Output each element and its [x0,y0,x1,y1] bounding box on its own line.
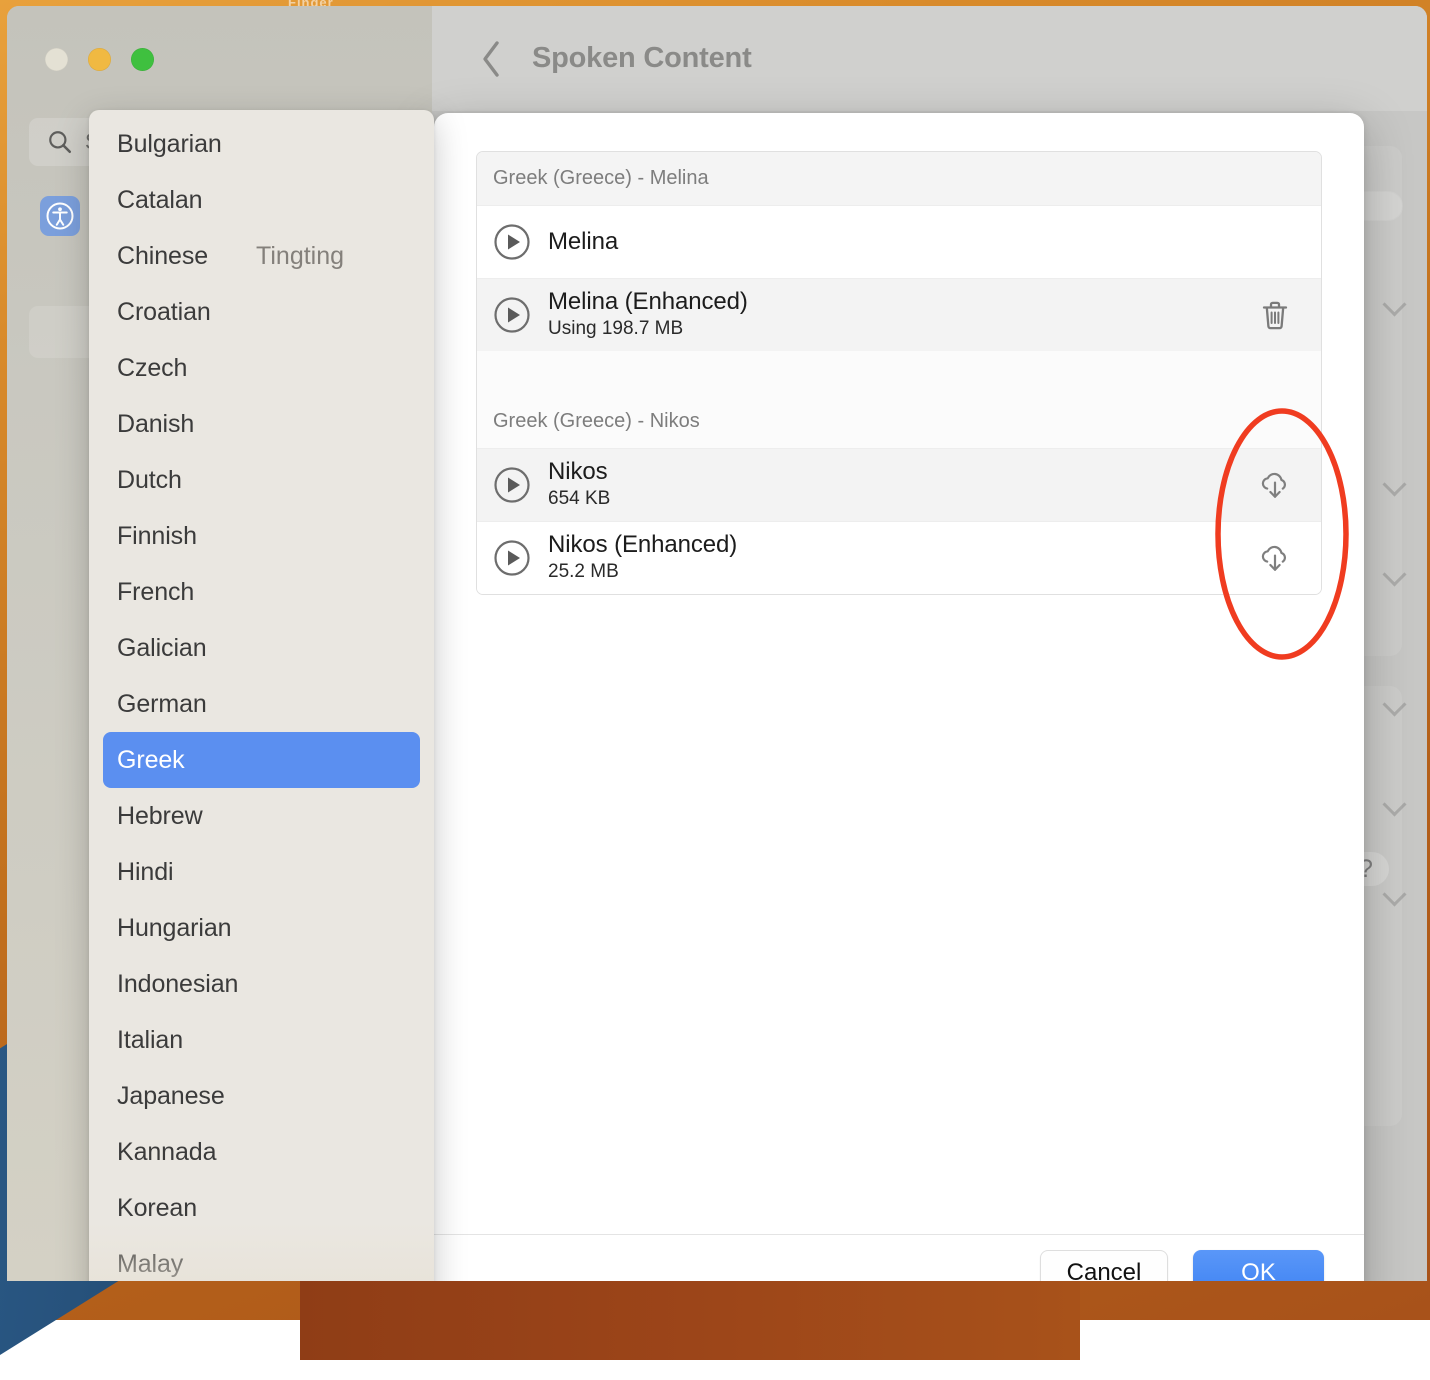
language-name: Bulgarian [117,130,222,159]
language-item[interactable]: Hungarian [103,900,420,956]
play-circle-icon[interactable] [493,539,531,577]
language-default-voice: Tingting [256,242,344,271]
download-cloud-icon[interactable] [1255,465,1295,505]
language-item[interactable]: Chinese Tingting [103,228,420,284]
voice-table: Greek (Greece) - Melina Melina [476,151,1322,595]
language-popup-list[interactable]: Bulgarian Catalan Chinese Tingting Croat… [89,110,434,1281]
language-name: Indonesian [117,970,238,999]
voice-row[interactable]: Nikos 654 KB [477,448,1321,521]
language-item[interactable]: Danish [103,396,420,452]
language-name: Catalan [117,186,202,215]
language-name: Finnish [117,522,197,551]
voice-group-header: Greek (Greece) - Nikos [477,395,1321,448]
language-item[interactable]: Croatian [103,284,420,340]
language-name: Korean [117,1194,197,1223]
ghost-control-typing-feedback [1386,886,1403,903]
language-item[interactable]: Galician [103,620,420,676]
chevron-down-icon[interactable] [1382,472,1406,496]
language-item[interactable]: Japanese [103,1068,420,1124]
voice-size-detail: 654 KB [548,488,1255,511]
language-item-greek-selected[interactable]: Greek [103,732,420,788]
language-name: Greek [117,746,185,775]
language-name: Czech [117,354,187,383]
voice-name: Nikos [548,459,1255,486]
chevron-down-icon[interactable] [1382,882,1406,906]
voice-size-detail: 25.2 MB [548,561,1255,584]
ghost-control-announce [1386,566,1403,583]
language-item[interactable]: German [103,676,420,732]
language-item[interactable]: Catalan [103,172,420,228]
language-item[interactable]: Dutch [103,452,420,508]
voice-row[interactable]: Melina (Enhanced) Using 198.7 MB [477,278,1321,351]
table-spacer [477,351,1321,395]
voice-name: Nikos (Enhanced) [548,532,1255,559]
play-circle-icon[interactable] [493,296,531,334]
language-item[interactable]: French [103,564,420,620]
play-circle-icon[interactable] [493,223,531,261]
system-settings-window: S Spoken Content [7,6,1427,1281]
ok-button[interactable]: OK [1193,1250,1324,1282]
delete-icon[interactable] [1255,295,1295,335]
language-item[interactable]: Italian [103,1012,420,1068]
voice-text: Nikos (Enhanced) 25.2 MB [548,532,1255,584]
maximize-button[interactable] [131,48,154,71]
sheet-content: Greek (Greece) - Melina Melina [434,113,1364,1234]
language-item[interactable]: Hebrew [103,788,420,844]
language-name: French [117,578,194,607]
cancel-button[interactable]: Cancel [1040,1250,1168,1282]
ghost-control-voice [1386,296,1403,313]
voice-text: Melina [548,229,1295,256]
voice-download-sheet: Greek (Greece) - Melina Melina [434,113,1364,1281]
language-name: Danish [117,410,194,439]
back-chevron-icon[interactable] [480,39,502,79]
voice-row[interactable]: Nikos (Enhanced) 25.2 MB [477,521,1321,594]
ghost-control-selection [1386,696,1403,713]
language-name: Hebrew [117,802,203,831]
close-button[interactable] [45,48,68,71]
language-name: Malay [117,1250,183,1279]
language-item[interactable]: Hindi [103,844,420,900]
sheet-footer: Cancel OK [434,1234,1364,1281]
language-name: German [117,690,207,719]
search-icon [47,129,73,155]
language-name: Kannada [117,1138,216,1167]
window-controls [45,48,154,71]
chevron-down-icon[interactable] [1382,562,1406,586]
language-name: Hindi [117,858,173,887]
detail-titlebar: Spoken Content [432,6,1427,111]
language-item[interactable]: Czech [103,340,420,396]
language-name: Galician [117,634,207,663]
language-item[interactable]: Kannada [103,1124,420,1180]
ghost-control-items-under-pointer [1386,796,1403,813]
language-item[interactable]: Korean [103,1180,420,1236]
language-name: Japanese [117,1082,225,1111]
chevron-down-icon[interactable] [1382,792,1406,816]
language-name: Italian [117,1026,183,1055]
language-name: Hungarian [117,914,231,943]
language-name: Dutch [117,466,182,495]
play-circle-icon[interactable] [493,466,531,504]
voice-storage-detail: Using 198.7 MB [548,318,1255,341]
ghost-control-rate [1386,476,1403,493]
voice-name: Melina [548,229,1295,256]
chevron-down-icon[interactable] [1382,292,1406,316]
voice-text: Melina (Enhanced) Using 198.7 MB [548,289,1255,341]
language-item[interactable]: Bulgarian [103,116,420,172]
voice-row[interactable]: Melina [477,205,1321,278]
voice-text: Nikos 654 KB [548,459,1255,511]
download-cloud-icon[interactable] [1255,538,1295,578]
language-item[interactable]: Indonesian [103,956,420,1012]
voice-group-header: Greek (Greece) - Melina [477,152,1321,205]
minimize-button[interactable] [88,48,111,71]
language-item[interactable]: Finnish [103,508,420,564]
voice-name: Melina (Enhanced) [548,289,1255,316]
sidebar-item-accessibility[interactable] [40,196,80,236]
language-name: Chinese [117,242,208,271]
accessibility-icon [45,201,75,231]
page-title: Spoken Content [532,42,752,75]
language-item[interactable]: Malay [103,1236,420,1281]
language-name: Croatian [117,298,211,327]
chevron-down-icon[interactable] [1382,692,1406,716]
